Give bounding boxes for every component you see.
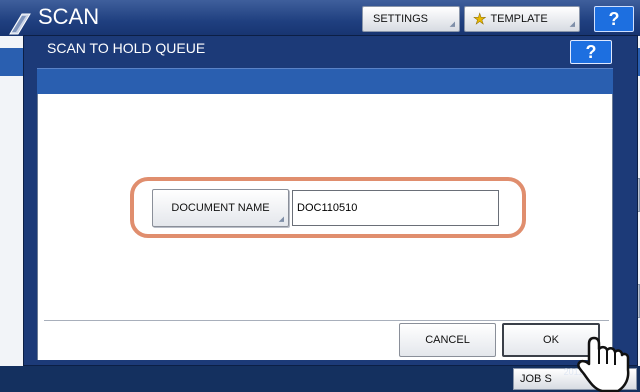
document-name-field[interactable]: DOC110510 bbox=[292, 190, 499, 226]
pointing-hand-icon bbox=[577, 336, 630, 392]
dialog-header-band bbox=[37, 68, 613, 95]
template-label: TEMPLATE bbox=[490, 13, 548, 25]
app-title: SCAN bbox=[38, 4, 100, 29]
settings-label: SETTINGS bbox=[373, 13, 429, 25]
help-button[interactable]: ? bbox=[570, 40, 612, 64]
help-button-top[interactable]: ? bbox=[594, 6, 634, 32]
corner-triangle-icon: ◢ bbox=[449, 21, 455, 28]
settings-button[interactable]: SETTINGS ◢ bbox=[362, 6, 460, 32]
star-icon: ★ bbox=[473, 11, 487, 29]
document-name-label: DOCUMENT NAME bbox=[171, 202, 270, 214]
corner-triangle-icon: ◢ bbox=[278, 216, 284, 223]
scan-icon bbox=[9, 13, 31, 35]
template-button[interactable]: ★ TEMPLATE ◢ bbox=[464, 6, 580, 32]
corner-triangle-icon: ◢ bbox=[569, 21, 575, 28]
document-name-button[interactable]: DOCUMENT NAME ◢ bbox=[152, 189, 289, 227]
dialog-title: SCAN TO HOLD QUEUE bbox=[47, 40, 206, 56]
cancel-button[interactable]: CANCEL bbox=[399, 323, 496, 357]
divider bbox=[44, 320, 609, 321]
